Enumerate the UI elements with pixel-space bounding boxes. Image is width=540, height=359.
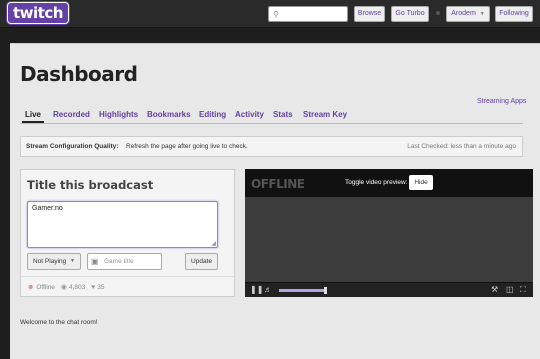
top-navbar: twitch ⚲ Browse Go Turbo Arodem ▼ Followi… xyxy=(0,0,540,28)
pause-icon[interactable]: ❚❚ xyxy=(250,284,263,296)
tab-recorded[interactable]: Recorded xyxy=(53,110,90,119)
search-input[interactable]: ⚲ xyxy=(268,6,348,22)
hide-preview-button[interactable]: Hide xyxy=(409,175,433,190)
volume-slider-fill xyxy=(279,289,325,292)
browse-button[interactable]: Browse xyxy=(354,6,385,22)
streaming-apps-link[interactable]: Streaming Apps xyxy=(477,98,526,105)
tab-activity[interactable]: Activity xyxy=(235,110,264,119)
tab-highlights[interactable]: Highlights xyxy=(99,110,138,119)
chat-welcome-message: Welcome to the chat room! xyxy=(20,319,98,326)
status-text: Offline xyxy=(36,284,56,291)
dashboard-tabs: Live Recorded Highlights Bookmarks Editi… xyxy=(20,110,523,124)
update-button[interactable]: Update xyxy=(185,253,218,270)
settings-wrench-icon[interactable]: ⚒ xyxy=(491,284,498,296)
user-name: Arodem xyxy=(451,10,476,17)
broadcast-title-value: Gamer.no xyxy=(32,205,63,212)
video-player[interactable]: OFFLINE Toggle video preview: Hide ❚❚ ♬ … xyxy=(245,169,533,297)
eye-icon: ◉ xyxy=(60,284,67,291)
game-title-placeholder: Game title xyxy=(104,258,134,265)
tab-bookmarks[interactable]: Bookmarks xyxy=(147,110,191,119)
divider xyxy=(21,276,234,277)
tab-live[interactable]: Live xyxy=(21,110,45,123)
user-menu-button[interactable]: Arodem ▼ xyxy=(446,6,490,22)
followers-count: 35 xyxy=(97,284,105,291)
user-icon: ☻ xyxy=(27,284,35,291)
offline-label: OFFLINE xyxy=(251,177,305,191)
tab-editing[interactable]: Editing xyxy=(199,110,226,119)
page-title: Dashboard xyxy=(20,62,138,86)
fullscreen-icon[interactable]: ⛶ xyxy=(520,284,526,296)
views-count: 4,803 xyxy=(68,284,86,291)
player-header: OFFLINE Toggle video preview: Hide xyxy=(245,169,533,197)
channel-stats: ☻ Offline ◉ 4,803 ♥ 35 xyxy=(27,283,108,291)
game-title-input[interactable]: ▣ Game title xyxy=(87,253,162,270)
twitch-logo[interactable]: twitch xyxy=(8,3,68,23)
heart-icon: ♥ xyxy=(91,284,96,291)
broadcast-title-textarea[interactable]: Gamer.no ◢ xyxy=(27,201,218,248)
resize-handle-icon[interactable]: ◢ xyxy=(211,240,216,247)
chevron-down-icon: ▼ xyxy=(70,258,75,264)
now-playing-dropdown[interactable]: Not Playing ▼ xyxy=(27,253,81,270)
player-controls: ❚❚ ♬ ⚒ ◫ ⛶ xyxy=(245,282,533,297)
volume-slider[interactable] xyxy=(279,287,327,294)
last-checked-text: Last Checked: less than a minute ago xyxy=(407,143,516,150)
popout-icon[interactable]: ◫ xyxy=(506,284,514,296)
config-quality-label: Stream Configuration Quality: xyxy=(26,143,119,150)
broadcast-box: Title this broadcast Gamer.no ◢ Not Play… xyxy=(20,169,235,297)
separator-dot xyxy=(436,11,440,15)
tab-stats[interactable]: Stats xyxy=(273,110,293,119)
following-button[interactable]: Following xyxy=(495,6,533,22)
gamepad-icon: ▣ xyxy=(91,257,99,266)
go-turbo-button[interactable]: Go Turbo xyxy=(391,6,429,22)
chevron-down-icon: ▼ xyxy=(479,11,485,17)
tab-stream-key[interactable]: Stream Key xyxy=(303,110,347,119)
toggle-preview-label: Toggle video preview: xyxy=(345,179,408,186)
broadcast-title-heading: Title this broadcast xyxy=(27,178,154,192)
now-playing-label: Not Playing xyxy=(33,258,67,265)
config-quality-message: Refresh the page after going live to che… xyxy=(126,143,248,150)
volume-icon[interactable]: ♬ xyxy=(264,284,272,296)
stream-config-bar: Stream Configuration Quality: Refresh th… xyxy=(20,136,523,157)
volume-slider-handle[interactable] xyxy=(324,287,327,294)
dashboard-panel: Dashboard Streaming Apps Live Recorded H… xyxy=(10,43,540,359)
search-icon: ⚲ xyxy=(273,10,279,19)
